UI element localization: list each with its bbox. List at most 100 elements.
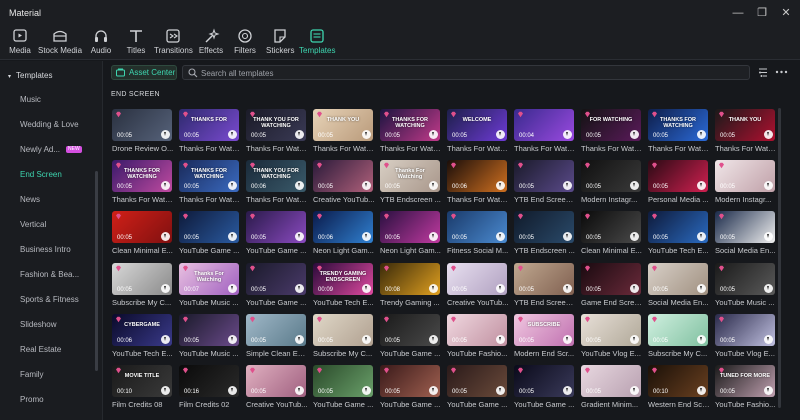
template-card[interactable]: THANK YOU FOR WATCHING 00:05 Thanks For Wa… — [246, 109, 308, 159]
download-icon[interactable] — [295, 181, 304, 191]
template-card[interactable]: 00:05 YouTube Tech E... — [648, 211, 709, 261]
tab-titles[interactable]: Titles — [123, 28, 149, 58]
filter-icon[interactable] — [758, 67, 768, 78]
download-icon[interactable] — [362, 181, 371, 191]
tab-transitions[interactable]: Transitions — [154, 28, 193, 58]
sidebar-item-wedding-love[interactable]: Wedding & Love — [0, 115, 100, 135]
tab-stock-media[interactable]: Stock Media — [38, 28, 82, 58]
sidebar-item-family[interactable]: Family — [0, 365, 100, 385]
template-card[interactable]: 00:05 Clean Minimal E... — [581, 211, 642, 261]
template-thumbnail[interactable]: 00:08 — [380, 262, 440, 295]
template-thumbnail[interactable]: 00:05 — [112, 262, 172, 295]
template-card[interactable]: 00:05 Subscribe My C... — [112, 262, 172, 313]
download-icon[interactable] — [362, 130, 371, 139]
template-thumbnail[interactable]: 00:05 — [112, 109, 172, 141]
template-thumbnail[interactable]: CYBERGAME 00:06 — [112, 313, 172, 346]
sidebar-item-slideshow[interactable]: Slideshow — [0, 315, 100, 335]
download-icon[interactable] — [362, 232, 371, 242]
download-icon[interactable] — [697, 181, 706, 191]
download-icon[interactable] — [496, 181, 505, 191]
template-card[interactable]: 00:06 Thanks For Watc... — [447, 160, 509, 210]
close-button[interactable]: ✕ — [778, 5, 794, 21]
download-icon[interactable] — [563, 130, 572, 139]
template-card[interactable]: 00:05 Personal Media ... — [648, 160, 708, 210]
template-thumbnail[interactable]: THANKS FOR WATCHING 00:05 — [179, 160, 239, 193]
template-thumbnail[interactable]: TRENDY GAMING ENDSCREEN 00:09 — [313, 262, 373, 295]
template-thumbnail[interactable]: Thanks For Watching 00:07 — [179, 262, 239, 295]
template-card[interactable]: 00:05 YTB Endscreen ... — [514, 211, 575, 261]
template-thumbnail[interactable]: 00:05 — [246, 313, 306, 346]
download-icon[interactable] — [228, 283, 237, 293]
download-icon[interactable] — [496, 386, 505, 395]
template-card[interactable]: Thanks For Watching 00:07 YouTube Music ..… — [179, 262, 239, 313]
template-card[interactable]: 00:05 YTB End Screen ... — [514, 262, 576, 313]
template-thumbnail[interactable]: 00:05 — [246, 262, 306, 295]
grid-scrollbar[interactable] — [778, 108, 781, 408]
template-thumbnail[interactable]: 00:05 — [715, 211, 775, 244]
download-icon[interactable] — [764, 386, 773, 395]
template-card[interactable]: 00:04 Thanks For Watc... — [514, 109, 576, 159]
template-thumbnail[interactable]: 00:05 — [179, 313, 239, 346]
template-card[interactable]: FOR WATCHING 00:05 Thanks For Watc... — [581, 109, 643, 159]
download-icon[interactable] — [697, 130, 706, 139]
template-card[interactable]: THANK YOU 00:05 Thanks For Watc... — [313, 109, 375, 159]
template-thumbnail[interactable]: FOR WATCHING 00:05 — [581, 109, 641, 141]
template-card[interactable]: 00:05 Social Media En... — [648, 262, 708, 313]
download-icon[interactable] — [496, 283, 505, 293]
download-icon[interactable] — [295, 283, 304, 293]
template-card[interactable]: 00:05 YouTube Fashio... — [447, 313, 507, 364]
download-icon[interactable] — [630, 130, 639, 139]
template-card[interactable]: 00:05 Game End Scree... — [581, 262, 643, 313]
template-card[interactable]: 00:08 Trendy Gaming ... — [380, 262, 440, 313]
template-card[interactable]: 00:05 Modern Instagr... — [581, 160, 641, 210]
minimize-button[interactable]: — — [730, 5, 746, 21]
download-icon[interactable] — [697, 386, 706, 395]
sidebar-item-end-screen[interactable]: End Screen — [0, 165, 100, 185]
template-thumbnail[interactable]: THANK YOU 00:05 — [313, 109, 373, 141]
tab-stickers[interactable]: Stickers — [266, 28, 294, 58]
template-card[interactable]: 00:05 YouTube Game ... — [246, 211, 306, 261]
template-thumbnail[interactable]: 00:05 — [246, 365, 306, 397]
template-thumbnail[interactable]: MOVIE TITLE 00:10 — [112, 365, 172, 397]
template-card[interactable]: THANK YOU 00:05 Thanks For Watc... — [715, 109, 777, 159]
template-thumbnail[interactable]: 00:10 — [648, 365, 708, 397]
download-icon[interactable] — [161, 232, 170, 242]
download-icon[interactable] — [161, 181, 170, 191]
download-icon[interactable] — [362, 386, 371, 395]
download-icon[interactable] — [563, 181, 572, 191]
template-thumbnail[interactable]: 00:05 — [581, 160, 641, 193]
download-icon[interactable] — [295, 334, 304, 344]
template-thumbnail[interactable]: 00:05 — [380, 211, 440, 244]
download-icon[interactable] — [228, 334, 237, 344]
template-thumbnail[interactable]: 00:06 — [313, 211, 373, 244]
template-thumbnail[interactable]: 00:05 — [581, 365, 641, 397]
template-thumbnail[interactable]: Thanks For Watching 00:05 — [380, 160, 440, 193]
template-thumbnail[interactable]: THANKS FOR 00:05 — [179, 109, 239, 141]
template-thumbnail[interactable]: 00:05 — [514, 365, 574, 397]
template-card[interactable]: THANKS FOR WATCHING 00:05 Thanks For Watc.… — [112, 160, 174, 210]
download-icon[interactable] — [764, 232, 773, 242]
template-thumbnail[interactable]: 00:05 — [514, 262, 574, 295]
download-icon[interactable] — [228, 130, 237, 139]
template-card[interactable]: 00:05 Drone Review O... — [112, 109, 173, 159]
download-icon[interactable] — [161, 386, 170, 395]
template-thumbnail[interactable]: THANKS FOR WATCHING 00:05 — [112, 160, 172, 193]
template-card[interactable]: 00:05 YouTube Music ... — [715, 262, 775, 313]
template-thumbnail[interactable]: 00:05 — [648, 160, 708, 193]
download-icon[interactable] — [630, 181, 639, 191]
more-options-icon[interactable] — [775, 68, 788, 76]
template-card[interactable]: 00:05 Neon Light Gam... — [380, 211, 441, 261]
download-icon[interactable] — [563, 386, 572, 395]
download-icon[interactable] — [697, 283, 706, 293]
sidebar-item-newly-added[interactable]: Newly Ad... NEW — [0, 140, 100, 160]
template-card[interactable]: TRENDY GAMING ENDSCREEN 00:09 YouTube Tech… — [313, 262, 374, 313]
tab-templates[interactable]: Templates — [299, 28, 335, 58]
download-icon[interactable] — [764, 334, 773, 344]
template-thumbnail[interactable]: 00:16 — [179, 365, 239, 397]
download-icon[interactable] — [295, 232, 304, 242]
download-icon[interactable] — [697, 334, 706, 344]
template-card[interactable]: 00:05 YouTube Game ... — [380, 365, 440, 415]
template-card[interactable]: CYBERGAME 00:06 YouTube Tech E... — [112, 313, 173, 364]
download-icon[interactable] — [697, 232, 706, 242]
template-thumbnail[interactable]: THANK YOU 00:05 — [715, 109, 775, 141]
